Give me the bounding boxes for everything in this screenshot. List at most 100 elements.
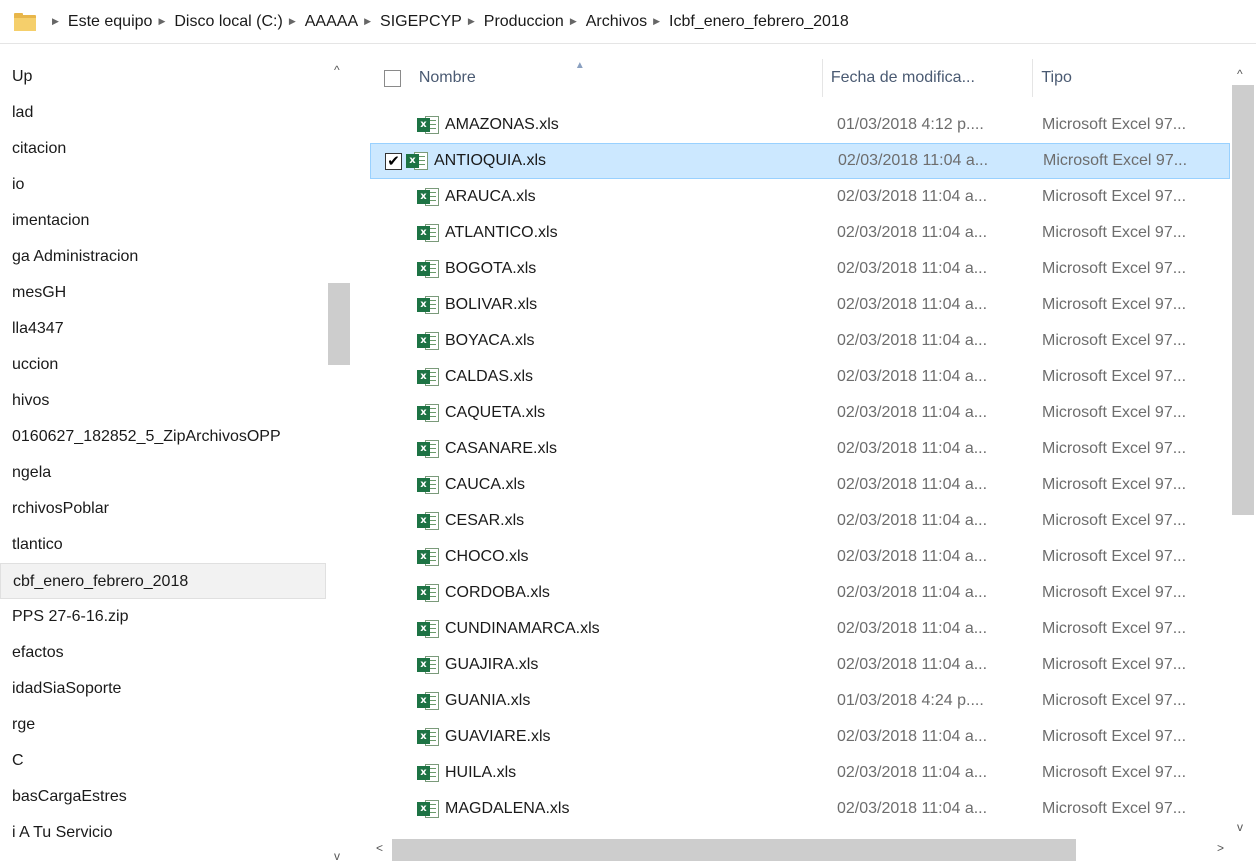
excel-file-icon: x: [417, 403, 439, 423]
chevron-right-icon[interactable]: ▶: [364, 16, 371, 27]
nav-item[interactable]: io: [0, 167, 326, 203]
file-name: CASANARE.xls: [445, 440, 558, 457]
file-row[interactable]: x GUAVIARE.xls 02/03/2018 11:04 a... Micros…: [370, 719, 1230, 755]
sort-ascending-icon: ▲: [574, 60, 585, 71]
nav-item[interactable]: idadSiaSoporte: [0, 671, 326, 707]
scroll-thumb[interactable]: [328, 283, 350, 365]
file-type: Microsoft Excel 97...: [1042, 692, 1187, 709]
chevron-right-icon[interactable]: ▶: [653, 16, 660, 27]
breadcrumb-item[interactable]: ▶ AAAAA: [283, 13, 358, 31]
nav-item[interactable]: lad: [0, 95, 326, 131]
file-row[interactable]: x BOYACA.xls 02/03/2018 11:04 a... Microsof…: [370, 323, 1230, 359]
nav-item[interactable]: ga Administracion: [0, 239, 326, 275]
nav-item[interactable]: imentacion: [0, 203, 326, 239]
nav-item[interactable]: basCargaEstres: [0, 779, 326, 815]
file-row[interactable]: x CUNDINAMARCA.xls 02/03/2018 11:04 a... Mi…: [370, 611, 1230, 647]
column-header-name[interactable]: ▲ Nombre: [419, 59, 822, 97]
file-name: MAGDALENA.xls: [445, 800, 570, 817]
file-list-vertical-scrollbar[interactable]: ^ v: [1230, 59, 1256, 834]
file-name: CAQUETA.xls: [445, 404, 546, 421]
select-all-checkbox[interactable]: [384, 69, 401, 87]
file-type: Microsoft Excel 97...: [1042, 512, 1187, 529]
file-row[interactable]: x ATLANTICO.xls 02/03/2018 11:04 a... Micro…: [370, 215, 1230, 251]
scroll-left-icon[interactable]: <: [376, 841, 383, 855]
row-checkbox[interactable]: ✔: [385, 152, 402, 170]
nav-item[interactable]: hivos: [0, 383, 326, 419]
chevron-right-icon[interactable]: ▶: [158, 16, 165, 27]
nav-item[interactable]: tlantico: [0, 527, 326, 563]
scroll-up-icon[interactable]: ^: [334, 63, 340, 77]
chevron-right-icon[interactable]: ▶: [468, 16, 475, 27]
file-row[interactable]: x HUILA.xls 02/03/2018 11:04 a... Microsoft…: [370, 755, 1230, 791]
breadcrumb-item[interactable]: ▶ Icbf_enero_febrero_2018: [647, 13, 849, 31]
file-row[interactable]: x BOGOTA.xls 02/03/2018 11:04 a... Microsof…: [370, 251, 1230, 287]
file-row[interactable]: x ARAUCA.xls 02/03/2018 11:04 a... Microsof…: [370, 179, 1230, 215]
file-name: CAUCA.xls: [445, 476, 526, 493]
file-name: ARAUCA.xls: [445, 188, 536, 205]
file-name: BOYACA.xls: [445, 332, 535, 349]
nav-item[interactable]: lla4347: [0, 311, 326, 347]
file-type: Microsoft Excel 97...: [1042, 656, 1187, 673]
excel-file-icon: x: [417, 763, 439, 783]
nav-item[interactable]: citacion: [0, 131, 326, 167]
file-type: Microsoft Excel 97...: [1042, 332, 1187, 349]
breadcrumb: ▶ Este equipo ▶ Disco local (C:) ▶ AAAAA ▶ SIGE…: [46, 13, 849, 31]
file-type: Microsoft Excel 97...: [1042, 440, 1187, 457]
excel-file-icon: x: [417, 259, 439, 279]
breadcrumb-item[interactable]: ▶ Produccion: [462, 13, 564, 31]
excel-file-icon: x: [417, 367, 439, 387]
file-date: 02/03/2018 11:04 a...: [837, 188, 988, 205]
chevron-right-icon[interactable]: ▶: [289, 16, 296, 27]
scroll-down-icon[interactable]: v: [1237, 820, 1243, 834]
file-row[interactable]: x CALDAS.xls 02/03/2018 11:04 a... Microsof…: [370, 359, 1230, 395]
scroll-down-icon[interactable]: v: [334, 849, 340, 863]
nav-item[interactable]: C: [0, 743, 326, 779]
nav-item[interactable]: mesGH: [0, 275, 326, 311]
file-row[interactable]: x MAGDALENA.xls 02/03/2018 11:04 a... Micro…: [370, 791, 1230, 827]
nav-item[interactable]: rge: [0, 707, 326, 743]
nav-item[interactable]: i A Tu Servicio: [0, 815, 326, 851]
nav-item[interactable]: PPS 27-6-16.zip: [0, 599, 326, 635]
file-row[interactable]: x GUANIA.xls 01/03/2018 4:24 p.... Microsof…: [370, 683, 1230, 719]
file-row[interactable]: x GUAJIRA.xls 02/03/2018 11:04 a... Microso…: [370, 647, 1230, 683]
address-bar[interactable]: ▶ Este equipo ▶ Disco local (C:) ▶ AAAAA ▶ SIGE…: [0, 0, 1256, 44]
file-row[interactable]: x CASANARE.xls 02/03/2018 11:04 a... Micros…: [370, 431, 1230, 467]
file-type: Microsoft Excel 97...: [1042, 728, 1187, 745]
scroll-up-icon[interactable]: ^: [1237, 67, 1243, 81]
breadcrumb-item[interactable]: ▶ Archivos: [564, 13, 647, 31]
file-row[interactable]: x CESAR.xls 02/03/2018 11:04 a... Microsoft…: [370, 503, 1230, 539]
file-row[interactable]: x CAUCA.xls 02/03/2018 11:04 a... Microsoft…: [370, 467, 1230, 503]
nav-item[interactable]: Up: [0, 59, 326, 95]
file-row[interactable]: x CAQUETA.xls 02/03/2018 11:04 a... Microso…: [370, 395, 1230, 431]
file-row[interactable]: ✔ x ANTIOQUIA.xls 02/03/2018 11:04 a... Micr…: [370, 143, 1230, 179]
nav-item[interactable]: 0160627_182852_5_ZipArchivosOPP: [0, 419, 326, 455]
column-header-type[interactable]: Tipo: [1032, 59, 1230, 97]
nav-item[interactable]: uccion: [0, 347, 326, 383]
nav-item[interactable]: rchivosPoblar: [0, 491, 326, 527]
scroll-right-icon[interactable]: >: [1217, 841, 1224, 855]
nav-item[interactable]: cbf_enero_febrero_2018: [0, 563, 326, 599]
file-row[interactable]: x AMAZONAS.xls 01/03/2018 4:12 p.... Micros…: [370, 107, 1230, 143]
file-list-horizontal-scrollbar[interactable]: < >: [370, 837, 1230, 863]
file-type: Microsoft Excel 97...: [1042, 620, 1187, 637]
navigation-scrollbar[interactable]: ^ v: [326, 45, 352, 865]
nav-item[interactable]: efactos: [0, 635, 326, 671]
scroll-thumb[interactable]: [1232, 85, 1254, 515]
navigation-tree: Up lad citacion io imentacion ga Administraci…: [0, 59, 326, 851]
file-row[interactable]: x BOLIVAR.xls 02/03/2018 11:04 a... Microso…: [370, 287, 1230, 323]
chevron-right-icon[interactable]: ▶: [570, 16, 577, 27]
chevron-right-icon[interactable]: ▶: [52, 16, 59, 27]
breadcrumb-item[interactable]: ▶ SIGEPCYP: [358, 13, 462, 31]
excel-file-icon: x: [417, 799, 439, 819]
nav-item[interactable]: ngela: [0, 455, 326, 491]
file-row[interactable]: x CORDOBA.xls 02/03/2018 11:04 a... Microso…: [370, 575, 1230, 611]
breadcrumb-item[interactable]: ▶ Disco local (C:): [152, 13, 282, 31]
file-date: 02/03/2018 11:04 a...: [837, 368, 988, 385]
file-row[interactable]: x CHOCO.xls 02/03/2018 11:04 a... Microsoft…: [370, 539, 1230, 575]
column-header-date[interactable]: Fecha de modifica...: [821, 59, 1033, 97]
excel-file-icon: x: [417, 511, 439, 531]
excel-file-icon: x: [417, 187, 439, 207]
breadcrumb-item[interactable]: ▶ Este equipo: [46, 13, 152, 31]
navigation-pane: Up lad citacion io imentacion ga Administraci…: [0, 45, 356, 865]
scroll-thumb[interactable]: [392, 839, 1076, 861]
